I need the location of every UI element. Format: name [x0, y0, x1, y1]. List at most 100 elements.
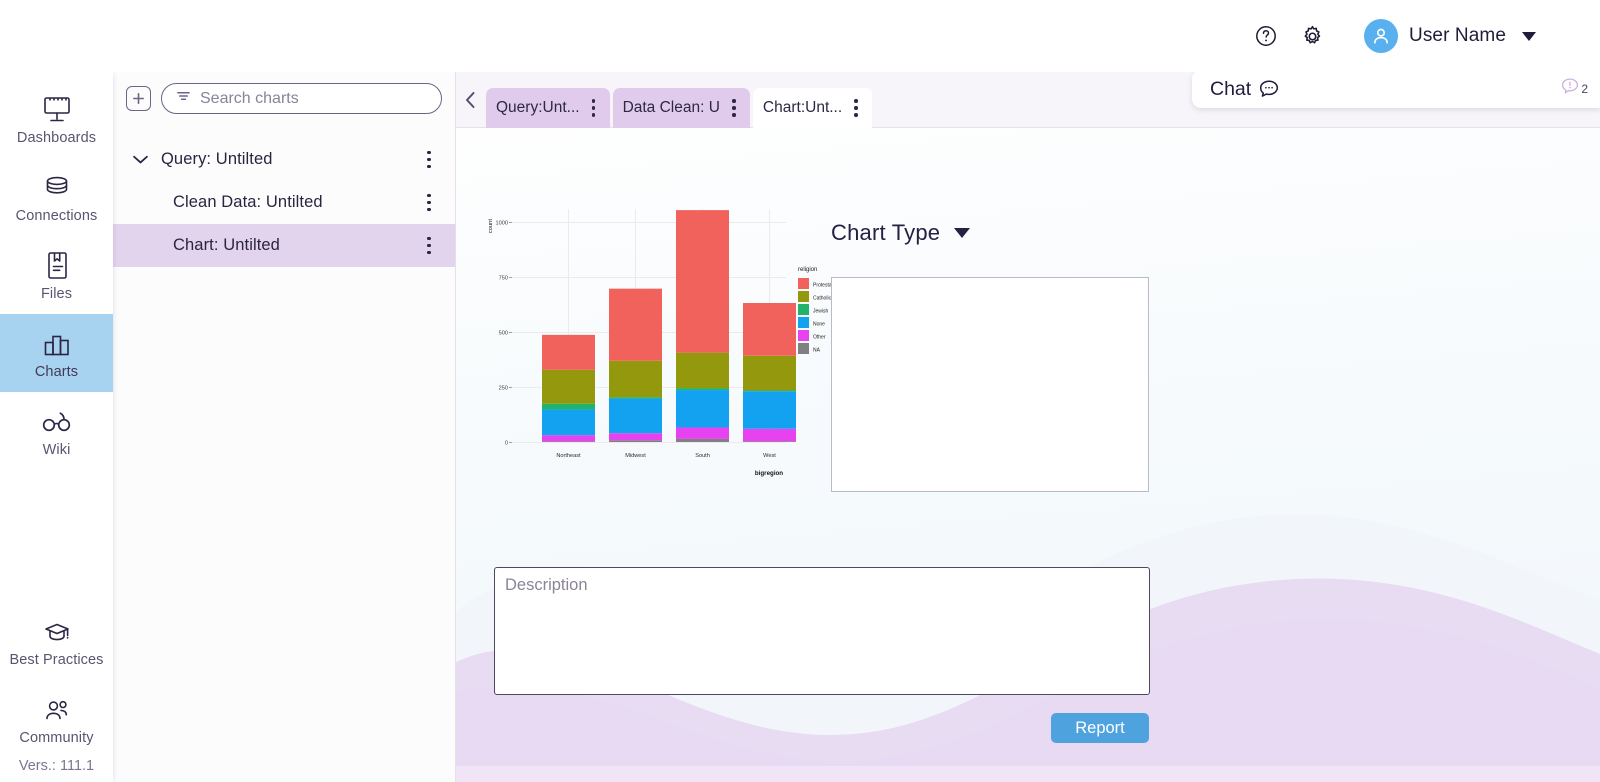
top-header: User Name	[0, 0, 1600, 72]
tab-label: Chart:Unt...	[762, 99, 843, 116]
x-axis-title: bigregion	[755, 470, 783, 477]
svg-text:500: 500	[499, 330, 508, 336]
svg-text:Midwest: Midwest	[625, 453, 646, 459]
tree-item-clean-data[interactable]: Clean Data: Untilted	[113, 181, 455, 224]
sidebar-label: Wiki	[42, 442, 71, 458]
explorer-toolbar	[113, 72, 455, 125]
tab-label: Query:Unt...	[496, 99, 580, 116]
bar-northeast	[542, 334, 595, 442]
chevron-down-icon[interactable]	[1522, 31, 1536, 41]
svg-text:Catholic: Catholic	[813, 296, 832, 302]
bar-chart-icon	[40, 326, 74, 360]
description-input[interactable]	[505, 576, 1139, 686]
svg-text:Other: Other	[813, 335, 826, 341]
sidebar-item-connections[interactable]: Connections	[0, 158, 113, 236]
svg-text:None: None	[813, 322, 825, 328]
chat-unread-badge[interactable]: 2	[1560, 77, 1588, 101]
sidebar-item-charts[interactable]: Charts	[0, 314, 113, 392]
sidebar-item-best-practices[interactable]: Best Practices	[0, 602, 113, 680]
legend-title: religion	[798, 267, 817, 273]
sidebar-label: Connections	[15, 208, 98, 224]
sidebar-label: Files	[40, 286, 73, 302]
tree-item-menu-button[interactable]	[419, 149, 439, 171]
svg-text:South: South	[695, 453, 710, 459]
gear-icon[interactable]	[1298, 22, 1326, 50]
database-icon	[41, 170, 73, 204]
tab-menu-button[interactable]	[846, 97, 866, 119]
chat-unread-count: 2	[1581, 82, 1588, 96]
y-axis-ticks: 0 250 500 750 1000	[496, 220, 508, 446]
user-menu[interactable]: User Name	[1364, 19, 1536, 53]
tree-item-label: Clean Data: Untilted	[173, 193, 323, 211]
user-name-label: User Name	[1409, 25, 1506, 46]
sidebar-label: Best Practices	[9, 652, 104, 668]
tab-menu-button[interactable]	[724, 97, 744, 119]
left-nav-rail: Dashboards Connections Files Charts Wiki…	[0, 72, 113, 782]
app-root: User Name Dashboards Connections Files C…	[0, 0, 1600, 782]
people-icon	[40, 692, 74, 726]
bar-west	[743, 303, 796, 442]
description-field-wrapper	[494, 567, 1150, 695]
rail-bottom-group: Best Practices Community Vers.: 111.1	[0, 602, 113, 782]
file-bookmark-icon	[42, 248, 72, 282]
chart-svg: 0 250 500 750 1000 count Northeast Midwe…	[488, 209, 836, 477]
sidebar-item-dashboards[interactable]: Dashboards	[0, 80, 113, 158]
tree-item-query[interactable]: Query: Untilted	[113, 138, 455, 181]
y-axis-tickmarks	[509, 222, 512, 443]
tree-item-label: Chart: Untilted	[173, 236, 280, 254]
sidebar-label: Charts	[34, 364, 79, 380]
tab-menu-button[interactable]	[584, 97, 604, 119]
alert-bubble-icon	[1560, 77, 1580, 101]
help-circle-icon[interactable]	[1252, 22, 1280, 50]
chevron-left-icon[interactable]	[456, 72, 484, 128]
svg-text:1000: 1000	[496, 220, 508, 226]
bar-midwest	[609, 288, 662, 442]
chat-title: Chat	[1210, 77, 1252, 100]
filter-icon	[176, 89, 191, 108]
charts-explorer-panel: Query: Untilted Clean Data: Untilted Cha…	[113, 72, 456, 782]
stacked-bar-chart: 0 250 500 750 1000 count Northeast Midwe…	[476, 197, 846, 497]
svg-text:750: 750	[499, 275, 508, 281]
bar-south	[676, 210, 729, 442]
svg-text:NA: NA	[813, 348, 821, 354]
chevron-down-icon[interactable]	[125, 154, 155, 165]
svg-text:Northeast: Northeast	[556, 453, 581, 459]
y-axis-title: count	[488, 219, 494, 234]
dashboard-icon	[40, 92, 74, 126]
version-label: Vers.: 111.1	[18, 758, 95, 774]
sidebar-label: Dashboards	[16, 130, 97, 146]
report-button[interactable]: Report	[1051, 713, 1149, 743]
chart-preview-panel[interactable]	[831, 277, 1149, 492]
tree-item-menu-button[interactable]	[419, 235, 439, 257]
workspace: 0 250 500 750 1000 count Northeast Midwe…	[456, 72, 1600, 782]
search-input[interactable]	[200, 89, 427, 108]
search-charts-box[interactable]	[161, 83, 442, 114]
tree-item-label: Query: Untilted	[161, 150, 273, 168]
chart-tree: Query: Untilted Clean Data: Untilted Cha…	[113, 125, 455, 267]
chat-panel-header[interactable]: Chat 2	[1192, 70, 1600, 108]
tree-item-menu-button[interactable]	[419, 192, 439, 214]
sidebar-item-files[interactable]: Files	[0, 236, 113, 314]
tab-chart[interactable]: Chart:Unt...	[752, 88, 873, 128]
chevron-down-icon[interactable]	[954, 228, 971, 238]
graduation-cap-icon	[40, 614, 74, 648]
tab-query[interactable]: Query:Unt...	[486, 88, 610, 128]
svg-text:250: 250	[499, 385, 508, 391]
sidebar-item-wiki[interactable]: Wiki	[0, 392, 113, 470]
tab-data-clean[interactable]: Data Clean: U	[612, 88, 750, 128]
svg-text:West: West	[763, 453, 776, 459]
sidebar-item-community[interactable]: Community	[0, 680, 113, 758]
plus-square-icon[interactable]	[126, 86, 151, 111]
sidebar-label: Community	[19, 730, 94, 746]
avatar	[1364, 19, 1399, 53]
glasses-icon	[39, 404, 75, 438]
tab-label: Data Clean: U	[622, 99, 720, 116]
chart-type-dropdown[interactable]: Chart Type	[831, 220, 971, 246]
header-actions: User Name	[1252, 19, 1536, 53]
chat-bubble-icon	[1258, 79, 1280, 99]
svg-text:0: 0	[505, 440, 508, 446]
x-axis-ticks: Northeast Midwest South West	[556, 453, 776, 459]
tree-item-chart[interactable]: Chart: Untilted	[113, 224, 455, 267]
rail-top-group: Dashboards Connections Files Charts Wiki	[0, 72, 113, 470]
chart-type-label: Chart Type	[831, 220, 941, 245]
